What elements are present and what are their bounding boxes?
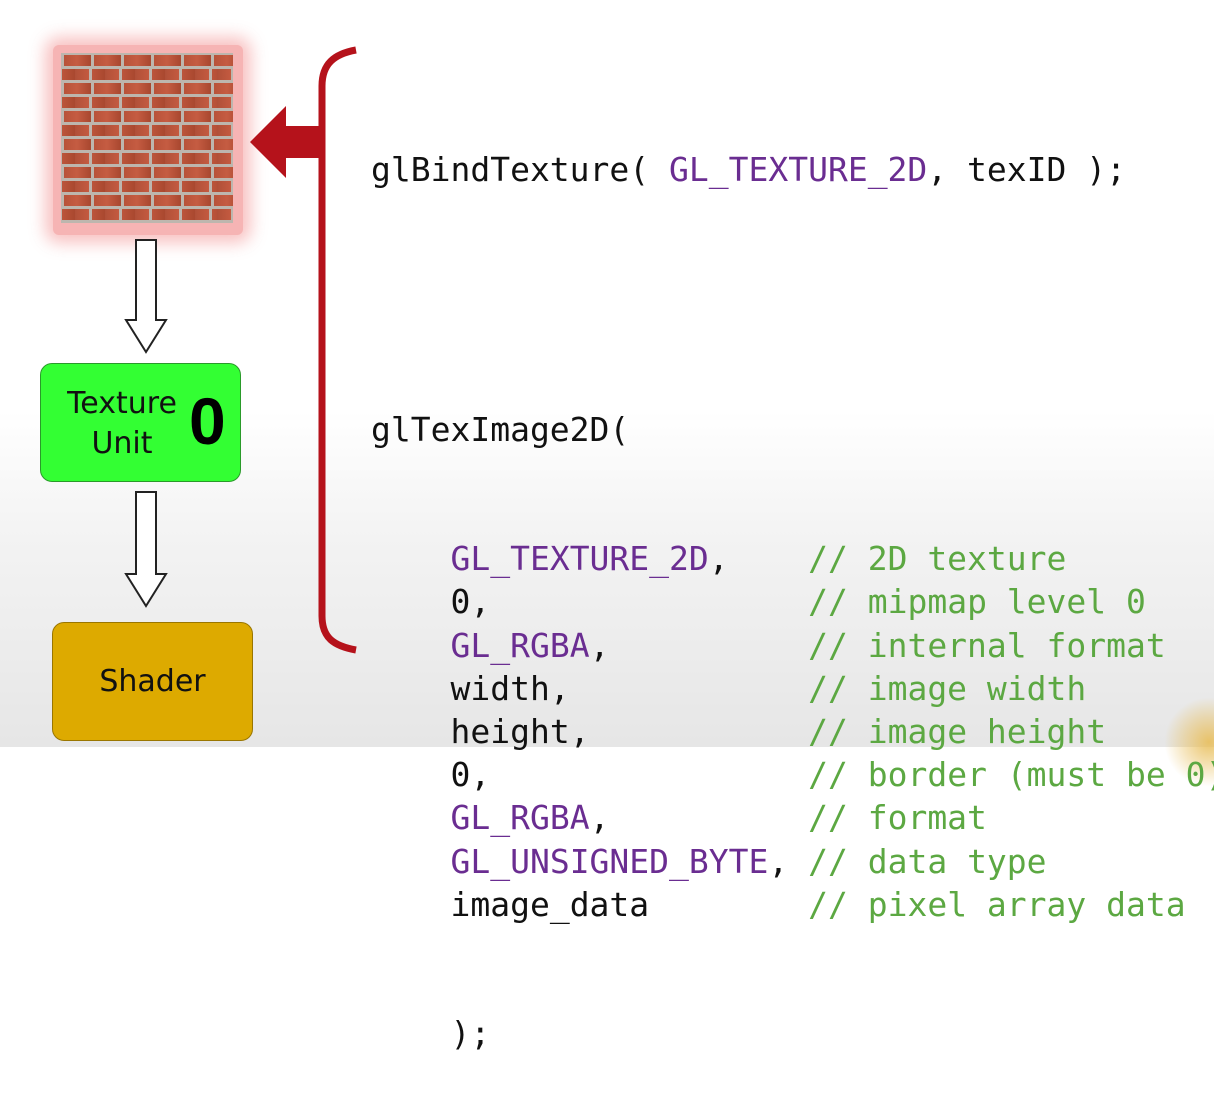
code-comment: // pixel array data xyxy=(808,884,1186,924)
code-arg-separator: , xyxy=(708,539,809,579)
code-arg-value: GL_TEXTURE_2D xyxy=(450,539,709,579)
code-arg-value: GL_UNSIGNED_BYTE xyxy=(450,841,769,881)
code-arg-line: GL_TEXTURE_2D, // 2D texture xyxy=(371,537,1214,580)
code-arg-value: width xyxy=(450,668,550,708)
code-comment: // 2D texture xyxy=(808,539,1067,579)
brick-texture-image xyxy=(61,53,233,223)
code-block: glBindTexture( GL_TEXTURE_2D, texID ); g… xyxy=(371,62,1214,1099)
brick-row xyxy=(61,181,233,192)
code-arg-value: height xyxy=(450,711,570,751)
code-arg-separator: , xyxy=(768,841,809,881)
brick-row xyxy=(61,97,233,108)
bind-texture-rest: , texID ); xyxy=(927,150,1126,190)
code-comment: // image width xyxy=(808,668,1087,708)
code-arg-value: image_data xyxy=(450,884,650,924)
bind-texture-target: GL_TEXTURE_2D xyxy=(669,150,928,190)
code-comment: // format xyxy=(808,798,987,838)
code-arg-line: GL_RGBA, // format xyxy=(371,796,1214,839)
brick-row xyxy=(61,125,233,136)
brick-row xyxy=(61,195,233,206)
brick-row xyxy=(61,69,233,80)
brick-row xyxy=(61,153,233,164)
code-arg-line: 0, // border (must be 0) xyxy=(371,753,1214,796)
code-arg-value: GL_RGBA xyxy=(450,798,590,838)
red-left-arrow-icon xyxy=(250,106,320,178)
shader-box: Shader xyxy=(52,622,253,741)
brick-row xyxy=(61,55,233,66)
code-arg-value: GL_RGBA xyxy=(450,625,590,665)
brick-row xyxy=(61,209,233,220)
code-arg-line: 0, // mipmap level 0 xyxy=(371,580,1214,623)
brick-row xyxy=(61,139,233,150)
code-arg-line: GL_UNSIGNED_BYTE, // data type xyxy=(371,840,1214,883)
code-line-teximage: glTexImage2D( xyxy=(371,409,630,449)
bind-texture-func: glBindTexture( xyxy=(371,150,670,190)
code-arg-value: 0 xyxy=(450,755,471,795)
code-arg-separator: , xyxy=(589,798,809,838)
code-comment: // border (must be 0) xyxy=(808,755,1214,795)
code-line-bind-texture: glBindTexture( GL_TEXTURE_2D, texID ); xyxy=(371,148,1214,191)
down-arrow-icon xyxy=(124,491,168,608)
code-arg-separator: , xyxy=(549,668,809,708)
teximage-args: GL_TEXTURE_2D, // 2D texture 0, // mipma… xyxy=(371,537,1214,926)
texture-unit-label: Texture Unit xyxy=(67,386,177,461)
code-comment: // image height xyxy=(808,711,1107,751)
code-line-closing: ); xyxy=(371,1014,491,1054)
code-arg-separator: , xyxy=(470,755,809,795)
brick-row xyxy=(61,111,233,122)
code-comment: // internal format xyxy=(808,625,1166,665)
code-comment: // data type xyxy=(808,841,1047,881)
brick-row xyxy=(61,83,233,94)
texture-unit-box: Texture Unit 0 xyxy=(40,363,241,482)
code-bracket xyxy=(250,46,357,654)
brick-row xyxy=(61,167,233,178)
code-arg-separator xyxy=(649,885,808,924)
down-arrow-icon xyxy=(124,239,168,354)
code-arg-line: GL_RGBA, // internal format xyxy=(371,624,1214,667)
code-comment: // mipmap level 0 xyxy=(808,582,1146,622)
code-arg-line: image_data // pixel array data xyxy=(371,883,1214,926)
texture-unit-number: 0 xyxy=(189,384,226,458)
code-arg-separator: , xyxy=(470,582,809,622)
code-arg-value: 0 xyxy=(450,582,471,622)
code-arg-separator: , xyxy=(569,711,809,751)
code-arg-separator: , xyxy=(589,625,809,665)
code-arg-line: width, // image width xyxy=(371,667,1214,710)
shader-label: Shader xyxy=(99,664,206,699)
